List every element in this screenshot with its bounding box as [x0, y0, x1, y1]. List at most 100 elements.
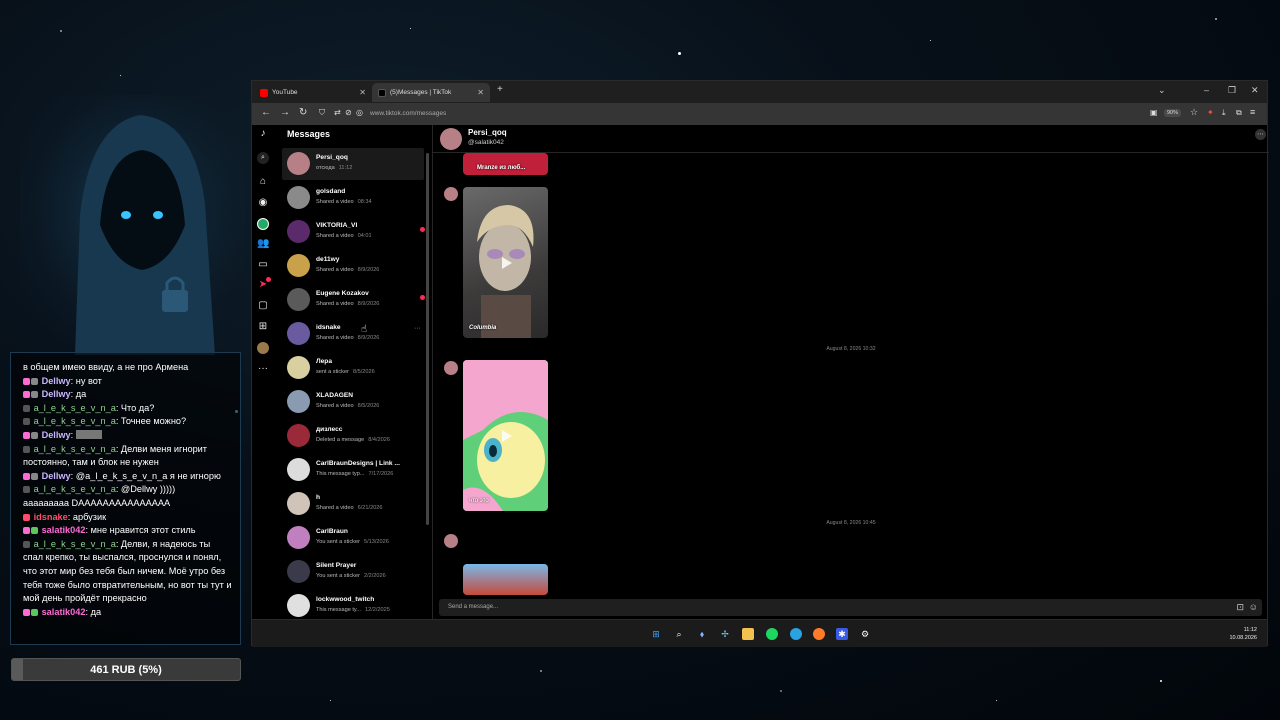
message-avatar[interactable] [444, 534, 458, 548]
badge-icon [23, 445, 30, 453]
friends-icon[interactable]: 👥 [257, 238, 269, 250]
conversation-item[interactable]: CarlBraunDesigns | Link ... This message … [282, 454, 424, 486]
conversation-name: Лера [316, 358, 332, 365]
telegram-icon[interactable] [790, 628, 802, 640]
extensions-puzzle-icon[interactable]: ⧉ [1236, 108, 1242, 118]
windows-start-icon[interactable]: ⊞ [650, 628, 662, 640]
chat-username[interactable]: a_l_e_k_s_e_v_n_a [34, 484, 116, 494]
chat-username[interactable]: Dellwy [42, 389, 71, 399]
chat-username[interactable]: Dellwy [42, 430, 71, 440]
reload-icon[interactable]: ↻ [299, 107, 307, 118]
back-arrow-icon[interactable]: ← [261, 107, 271, 118]
message-avatar[interactable] [444, 361, 458, 375]
tracking-icon[interactable]: ◎ [356, 108, 363, 117]
emoji-icon[interactable]: ☺ [1249, 602, 1258, 612]
chat-username[interactable]: salatik042 [42, 607, 86, 617]
bookmark-star-icon[interactable]: ☆ [1190, 107, 1198, 118]
chat-username[interactable]: salatik042 [42, 525, 86, 535]
chat-username[interactable]: Dellwy [42, 471, 71, 481]
preview-text: This message typ... [316, 471, 365, 477]
zoom-level-badge[interactable]: 90% [1164, 109, 1182, 117]
more-dots-icon[interactable]: ··· [257, 363, 269, 375]
chat-username[interactable]: a_l_e_k_s_e_v_n_a [34, 416, 116, 426]
tab-tiktok-messages[interactable]: (5)Messages | TikTok ✕ [372, 83, 490, 102]
chat-text: ну вот [75, 375, 102, 386]
maximize-button[interactable]: ❐ [1228, 85, 1236, 96]
firefox-icon[interactable] [813, 628, 825, 640]
tab-youtube[interactable]: YouTube ✕ [254, 83, 372, 102]
file-explorer-icon[interactable] [742, 628, 754, 640]
extension-icon[interactable]: ✦ [1207, 108, 1214, 117]
conversation-item[interactable]: lockwwood_twitch This message ty... 12/2/2… [282, 590, 424, 622]
chat-settings-icon[interactable]: ⋯ [1255, 129, 1266, 140]
chat-message: Dellwy: ну вот [23, 375, 232, 389]
message-composer[interactable]: Send a message... ⊡ ☺ [439, 599, 1262, 616]
conversation-item[interactable]: XLADAGEN Shared a video 8/5/2026 [282, 386, 424, 418]
conversation-item[interactable]: Persi_qoq отсюда 11:12 [282, 148, 424, 180]
message-avatar[interactable] [444, 187, 458, 201]
app-icon[interactable]: ⚙ [859, 628, 871, 640]
conversation-item[interactable]: de11wy Shared a video 8/9/2026 [282, 250, 424, 282]
chat-username[interactable]: Dellwy [42, 376, 71, 386]
chat-username[interactable]: idsnake [34, 512, 68, 522]
more-options-icon[interactable]: ··· [414, 325, 421, 332]
play-icon[interactable] [501, 429, 512, 442]
app-icon[interactable]: ✱ [836, 628, 848, 640]
system-clock[interactable]: 11:12 10.08.2026 [1229, 626, 1257, 642]
search-icon[interactable]: ⌕ [673, 628, 685, 640]
menu-icon[interactable]: ≡ [1250, 107, 1255, 117]
camera-blocked-icon[interactable]: ⊘ [345, 108, 352, 117]
live-icon[interactable]: ▭ [257, 259, 269, 271]
conversation-item[interactable]: Silent Prayer You sent a sticker 2/2/2026 [282, 556, 424, 588]
app-icon[interactable]: ✢ [719, 628, 731, 640]
upload-icon[interactable]: ⊞ [257, 321, 269, 333]
badge-icon [31, 527, 38, 535]
conversation-item[interactable]: Eugene Kozakov Shared a video 8/9/2026 [282, 284, 425, 316]
shared-video-card[interactable]: что это [463, 360, 548, 511]
search-icon[interactable]: ⌕ [257, 152, 269, 164]
youtube-favicon-icon [260, 88, 268, 97]
messages-icon[interactable]: ▢ [257, 300, 269, 312]
conversation-scrollbar[interactable] [426, 153, 429, 525]
close-tab-icon[interactable]: ✕ [359, 88, 366, 97]
shared-video-card[interactable]: Columbia [463, 187, 548, 338]
play-icon[interactable] [501, 256, 512, 269]
conversation-item[interactable]: idsnake Shared a video 8/9/2026 ··· [282, 318, 424, 350]
new-tab-button[interactable]: + [497, 84, 503, 95]
gif-sticker-icon[interactable]: ⊡ [1236, 602, 1244, 613]
conversation-item[interactable]: VIKTORIA_VI Shared a video 04:01 [282, 216, 425, 248]
conversation-item[interactable]: golsdand Shared a video 08:34 [282, 182, 424, 214]
spotify-icon[interactable] [766, 628, 778, 640]
conversation-item[interactable]: CarlBraun You sent a sticker 5/13/2026 [282, 522, 424, 554]
conversation-item[interactable]: дизлесс Deleted a message 8/4/2026 [282, 420, 424, 452]
app-icon[interactable]: ⬧ [696, 628, 708, 640]
close-tab-icon[interactable]: ✕ [477, 88, 484, 97]
chat-contact-name[interactable]: Persi_qoq [468, 128, 507, 137]
clock-date: 10.08.2026 [1229, 635, 1257, 641]
following-avatar-icon[interactable] [257, 218, 269, 230]
tiktok-logo-icon[interactable]: ♪ [257, 128, 269, 140]
heart-badge-icon [23, 527, 30, 535]
address-bar-url[interactable]: www.tiktok.com/messages [370, 110, 446, 117]
shared-video-card[interactable] [463, 564, 548, 595]
tab-list-chevron-icon[interactable]: ⌄ [1158, 85, 1166, 96]
chat-contact-avatar[interactable] [440, 128, 462, 150]
minimize-button[interactable]: – [1204, 85, 1209, 95]
profile-avatar-icon[interactable] [257, 342, 269, 354]
inbox-send-icon[interactable]: ➤ [257, 277, 271, 291]
shield-icon[interactable]: ⛉ [319, 108, 325, 118]
download-icon[interactable]: ⤓ [1222, 108, 1226, 118]
chat-username[interactable]: a_l_e_k_s_e_v_n_a [34, 444, 116, 454]
conversation-item[interactable]: Лера sent a sticker 8/5/2026 [282, 352, 424, 384]
home-icon[interactable]: ⌂ [257, 176, 269, 188]
explore-compass-icon[interactable]: ◉ [257, 197, 269, 209]
conversation-item[interactable]: h Shared a video 6/21/2026 [282, 488, 424, 520]
chat-message: Dellwy: @a_l_e_k_s_e_v_n_a я не игнорю [23, 470, 232, 484]
chat-username[interactable]: a_l_e_k_s_e_v_n_a [34, 539, 116, 549]
reader-view-icon[interactable]: ▣ [1150, 108, 1158, 117]
close-window-button[interactable]: ✕ [1251, 85, 1259, 96]
shared-video-card[interactable]: Mranze из люб... [463, 153, 548, 175]
forward-arrow-icon[interactable]: → [280, 107, 290, 118]
permissions-icon[interactable]: ⇄ [334, 108, 341, 117]
chat-username[interactable]: a_l_e_k_s_e_v_n_a [34, 403, 116, 413]
